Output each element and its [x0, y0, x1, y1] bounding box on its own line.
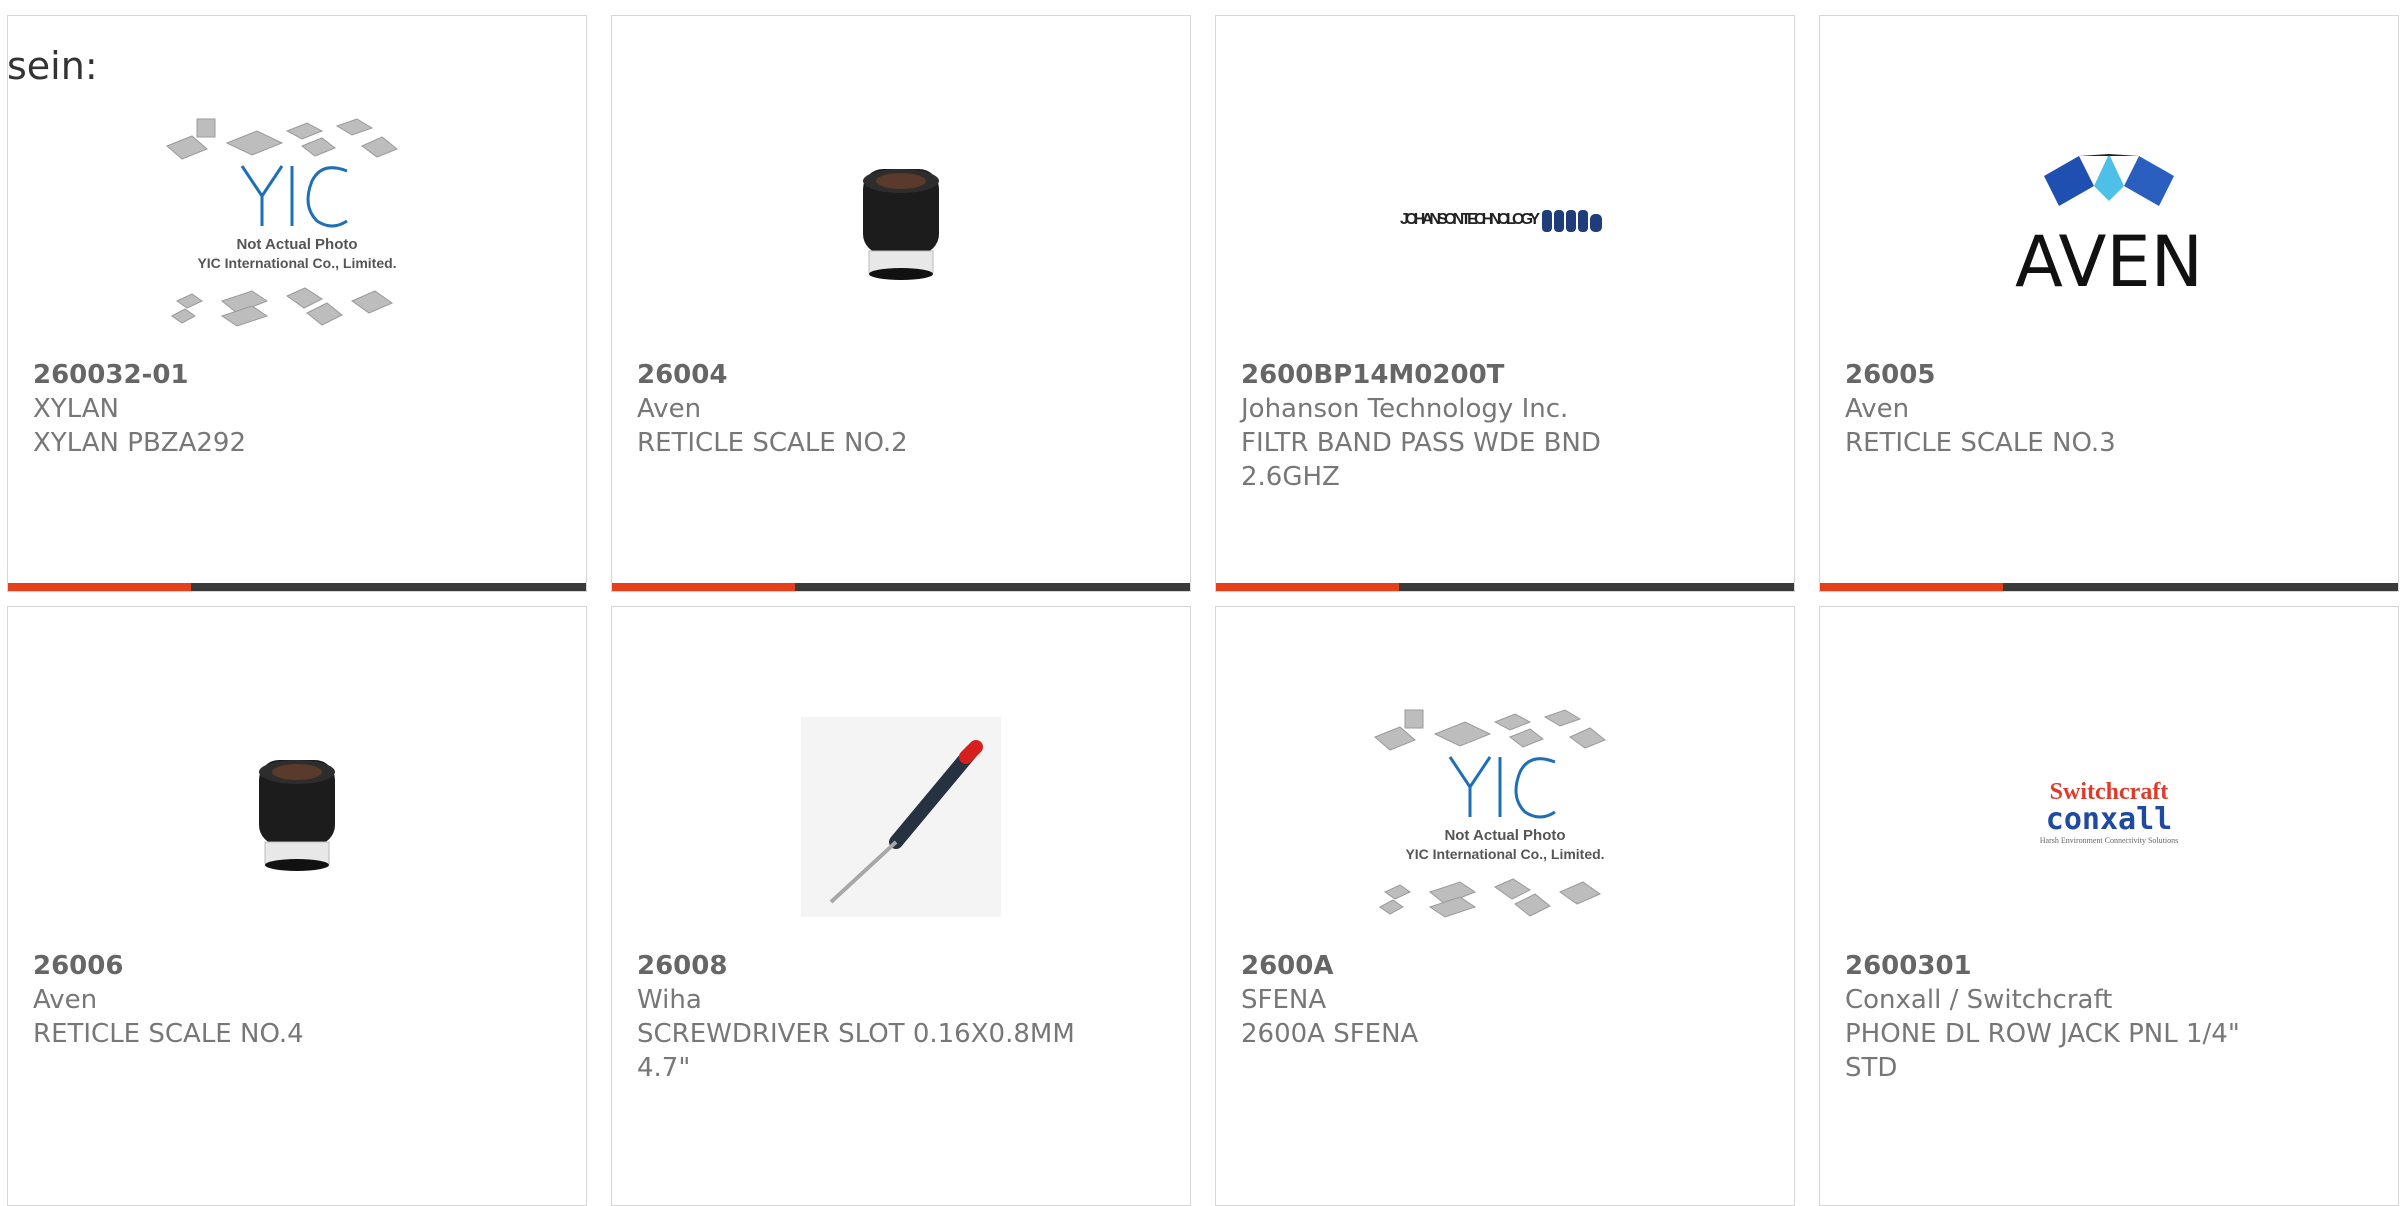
- part-number[interactable]: 2600301: [1845, 949, 2373, 983]
- product-image[interactable]: JOHANSON TECHNOLOGY: [1216, 91, 1794, 361]
- loupe-photo-image: [259, 760, 335, 871]
- logo-text-2: conxall: [2046, 802, 2172, 837]
- product-info: 260032-01 XYLAN XYLAN PBZA292: [33, 358, 561, 460]
- product-info: 26008 Wiha SCREWDRIVER SLOT 0.16X0.8MM 4…: [637, 949, 1165, 1085]
- loupe-photo-image: [863, 169, 939, 280]
- product-image[interactable]: Not Actual Photo YIC International Co., …: [1216, 682, 1794, 952]
- product-grid: Not Actual Photo YIC International Co., …: [7, 15, 2399, 1206]
- prefix-text: sein:: [7, 44, 98, 88]
- description: XYLAN PBZA292: [33, 428, 247, 458]
- logo-text: AVEN: [2015, 221, 2203, 303]
- product-card[interactable]: Not Actual Photo YIC International Co., …: [1215, 606, 1795, 1206]
- caption-line-2: YIC International Co., Limited.: [1405, 846, 1604, 862]
- part-number[interactable]: 26004: [637, 358, 1165, 392]
- johanson-logo-image: JOHANSON TECHNOLOGY: [1400, 210, 1602, 232]
- description: RETICLE SCALE NO.2: [637, 428, 908, 458]
- chip-placeholder-image: Not Actual Photo YIC International Co., …: [166, 118, 398, 327]
- description: RETICLE SCALE NO.4: [33, 1019, 304, 1049]
- manufacturer: Aven: [33, 985, 98, 1015]
- card-accent-bar: [8, 583, 586, 591]
- screwdriver-photo-image: [801, 717, 1001, 917]
- product-info: 26005 Aven RETICLE SCALE NO.3: [1845, 358, 2373, 460]
- description: SCREWDRIVER SLOT 0.16X0.8MM 4.7": [637, 1019, 1075, 1083]
- manufacturer: Aven: [1845, 394, 1910, 424]
- card-accent-bar: [612, 583, 1190, 591]
- logo-text-3: Harsh Environment Connectivity Solutions: [2040, 836, 2178, 845]
- manufacturer: XYLAN: [33, 394, 120, 424]
- product-image[interactable]: [612, 91, 1190, 361]
- manufacturer: Conxall / Switchcraft: [1845, 985, 2113, 1015]
- description: FILTR BAND PASS WDE BND 2.6GHZ: [1241, 428, 1601, 492]
- product-card[interactable]: JOHANSON TECHNOLOGY 2600BP14M0200T Johan…: [1215, 15, 1795, 592]
- product-card[interactable]: Not Actual Photo YIC International Co., …: [7, 15, 587, 592]
- product-image[interactable]: Not Actual Photo YIC International Co., …: [8, 91, 586, 361]
- description: RETICLE SCALE NO.3: [1845, 428, 2116, 458]
- product-card[interactable]: AVEN 26005 Aven RETICLE SCALE NO.3: [1819, 15, 2399, 592]
- part-number[interactable]: 2600A: [1241, 949, 1769, 983]
- chip-placeholder-image: Not Actual Photo YIC International Co., …: [1374, 709, 1606, 918]
- caption-line-1: Not Actual Photo: [1444, 827, 1565, 844]
- logo-text: JOHANSON TECHNOLOGY: [1400, 211, 1540, 228]
- product-info: 2600A SFENA 2600A SFENA: [1241, 949, 1769, 1051]
- description: PHONE DL ROW JACK PNL 1/4" STD: [1845, 1019, 2240, 1083]
- product-image[interactable]: [8, 682, 586, 952]
- product-image[interactable]: Switchcraft conxall Harsh Environment Co…: [1820, 682, 2398, 952]
- product-card[interactable]: 26006 Aven RETICLE SCALE NO.4: [7, 606, 587, 1206]
- description: 2600A SFENA: [1241, 1019, 1419, 1049]
- manufacturer: Johanson Technology Inc.: [1241, 394, 1569, 424]
- product-info: 2600301 Conxall / Switchcraft PHONE DL R…: [1845, 949, 2373, 1085]
- product-card[interactable]: Switchcraft conxall Harsh Environment Co…: [1819, 606, 2399, 1206]
- product-image[interactable]: AVEN: [1820, 91, 2398, 361]
- aven-logo-image: AVEN: [2015, 154, 2203, 303]
- part-number[interactable]: 2600BP14M0200T: [1241, 358, 1769, 392]
- product-info: 2600BP14M0200T Johanson Technology Inc. …: [1241, 358, 1769, 494]
- part-number[interactable]: 26008: [637, 949, 1165, 983]
- switchcraft-logo-image: Switchcraft conxall Harsh Environment Co…: [2040, 779, 2178, 845]
- manufacturer: Aven: [637, 394, 702, 424]
- manufacturer: Wiha: [637, 985, 702, 1015]
- card-accent-bar: [1216, 583, 1794, 591]
- product-image[interactable]: [612, 682, 1190, 952]
- product-card[interactable]: 26008 Wiha SCREWDRIVER SLOT 0.16X0.8MM 4…: [611, 606, 1191, 1206]
- manufacturer: SFENA: [1241, 985, 1327, 1015]
- product-info: 26006 Aven RETICLE SCALE NO.4: [33, 949, 561, 1051]
- part-number[interactable]: 26005: [1845, 358, 2373, 392]
- product-info: 26004 Aven RETICLE SCALE NO.2: [637, 358, 1165, 460]
- part-number[interactable]: 260032-01: [33, 358, 561, 392]
- card-accent-bar: [1820, 583, 2398, 591]
- product-card[interactable]: 26004 Aven RETICLE SCALE NO.2: [611, 15, 1191, 592]
- part-number[interactable]: 26006: [33, 949, 561, 983]
- caption-line-1: Not Actual Photo: [236, 236, 357, 253]
- caption-line-2: YIC International Co., Limited.: [197, 255, 396, 271]
